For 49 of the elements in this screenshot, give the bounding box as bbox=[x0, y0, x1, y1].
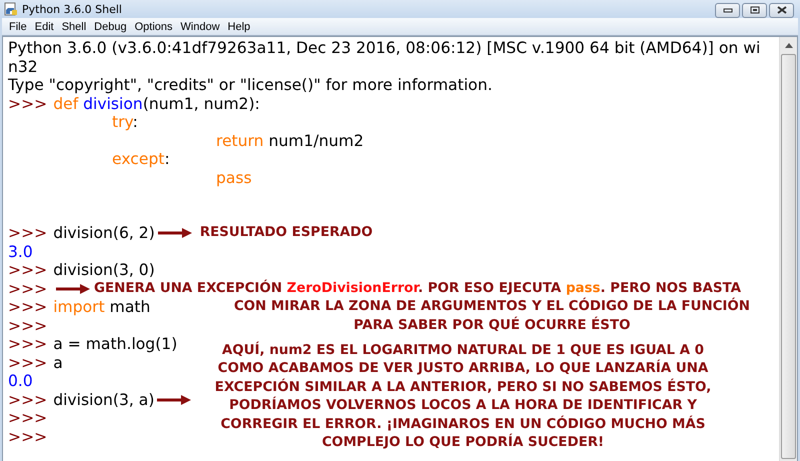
code-line: try: bbox=[112, 113, 138, 132]
code-line: def division(num1, num2): bbox=[53, 94, 260, 113]
code-line: return num1/num2 bbox=[216, 132, 364, 150]
code-line: n32 bbox=[8, 58, 38, 76]
code-line: a bbox=[53, 354, 63, 372]
shell-prompt: >>> bbox=[8, 261, 48, 280]
code-line: 0.0 bbox=[8, 372, 33, 390]
shell-prompt: >>> bbox=[8, 94, 48, 113]
annotation-text: RESULTADO ESPERADO bbox=[200, 224, 373, 242]
code-line: except: bbox=[112, 150, 170, 168]
annotation-text: AQUÍ, num2 ES EL LOGARITMO NATURAL DE 1 QUE ES IGUAL A 0 COMO ACABAMOS DE VER JUSTO ARRIBA, LO QUE LANZARÍA UNA EXCEPCIÓN SIMILAR A LA ANTERIOR, PERO SI NO SABEMOS ÉSTO, PODRÍAMOS VOLVERNOS LOCOS A LA HORA DE IDENTIFICAR Y CORREGIR EL ERROR. ¡IMAGINAROS EN UN CÓDIGO MUCHO MÁS COMPLEJO LO QUE PODRÍA SUCEDER! bbox=[214, 342, 712, 452]
shell-prompt: >>> bbox=[8, 335, 48, 354]
code-line: import math bbox=[53, 298, 150, 316]
menu-item[interactable]: Window bbox=[176, 20, 224, 32]
code-line: 3.0 bbox=[8, 242, 33, 261]
annotation-text: GENERA UNA EXCEPCIÓN ZeroDivisionError. POR ESO EJECUTA pass. PERO NOS BASTA bbox=[94, 280, 742, 298]
window-title: Python 3.6.0 Shell bbox=[22, 2, 122, 16]
maximize-button[interactable] bbox=[742, 2, 767, 18]
code-line: Python 3.6.0 (v3.6.0:41df79263a11, Dec 23 2016, 08:06:12) [MSC v.1900 64 bit (AMD64)] on wi bbox=[8, 39, 760, 58]
code-line: division(3, a) bbox=[53, 390, 154, 409]
menu-item[interactable]: Debug bbox=[90, 20, 131, 32]
shell-prompt: >>> bbox=[8, 224, 48, 242]
code-line: pass bbox=[216, 168, 252, 187]
up-arrow-icon bbox=[784, 43, 792, 48]
shell-prompt: >>> bbox=[8, 354, 48, 372]
shell-prompt: >>> bbox=[8, 428, 48, 446]
menu-item[interactable]: Options bbox=[130, 20, 177, 32]
annotation-text: PARA SABER POR QUÉ OCURRE ÉSTO bbox=[352, 316, 632, 334]
menu-item[interactable]: Help bbox=[224, 20, 254, 32]
code-line: division(3, 0) bbox=[53, 261, 155, 280]
scrollbar-thumb[interactable] bbox=[781, 54, 796, 459]
shell-prompt: >>> bbox=[8, 316, 48, 335]
menu-item[interactable]: File bbox=[5, 20, 31, 32]
shell-prompt: >>> bbox=[8, 280, 48, 298]
code-line: division(6, 2) bbox=[53, 224, 155, 242]
code-line: a = math.log(1) bbox=[53, 335, 178, 354]
annotation-text: CON MIRAR LA ZONA DE ARGUMENTOS Y EL CÓDIGO DE LA FUNCIÓN bbox=[232, 298, 752, 316]
close-icon bbox=[776, 6, 786, 14]
code-line: Type "copyright", "credits" or "license()" for more information. bbox=[8, 76, 492, 94]
minimize-button[interactable] bbox=[715, 2, 740, 18]
maximize-icon bbox=[750, 6, 760, 14]
close-button[interactable] bbox=[769, 2, 794, 18]
shell-prompt: >>> bbox=[8, 298, 48, 316]
python-icon bbox=[4, 2, 18, 16]
menu-item[interactable]: Shell bbox=[58, 20, 90, 32]
minimize-icon bbox=[722, 7, 732, 13]
menu-item[interactable]: Edit bbox=[30, 20, 58, 32]
shell-prompt: >>> bbox=[8, 409, 48, 428]
shell-prompt: >>> bbox=[8, 390, 48, 409]
